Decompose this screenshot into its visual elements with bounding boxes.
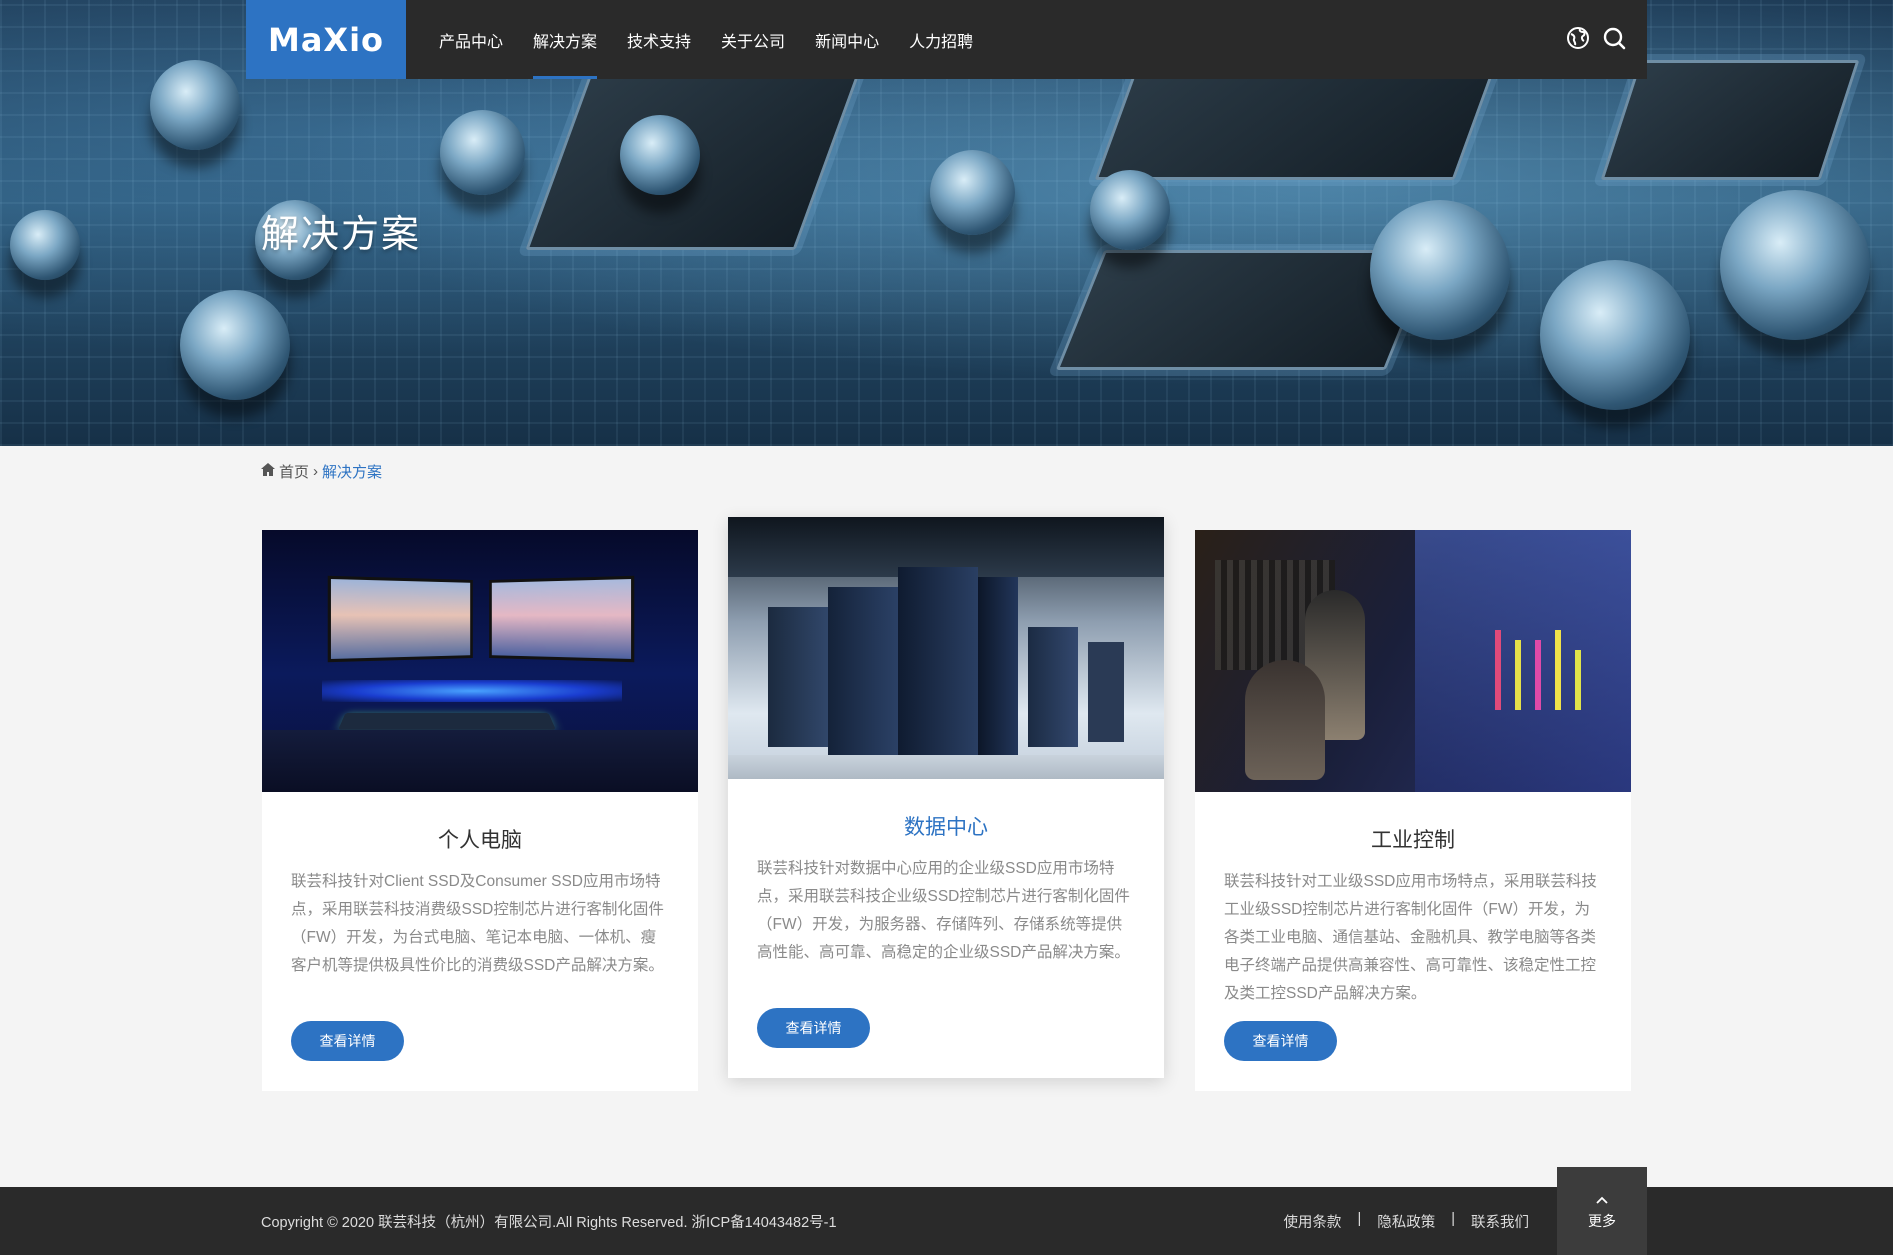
logo[interactable]: MaXio xyxy=(246,0,406,79)
logo-text: MaXio xyxy=(267,20,385,59)
footer-links: 使用条款 | 隐私政策 | 联系我们 xyxy=(1283,1211,1529,1232)
datacenter-image xyxy=(728,517,1164,779)
breadcrumb: 首页 › 解决方案 xyxy=(261,461,382,482)
nav-item-label: 解决方案 xyxy=(533,33,598,51)
capacitor-graphic xyxy=(620,115,700,195)
search-icon[interactable] xyxy=(1602,26,1626,50)
capacitor-graphic xyxy=(1540,260,1690,410)
solution-card-industrial: 工业控制 联芸科技针对工业级SSD应用市场特点，采用联芸科技工业级SSD控制芯片… xyxy=(1195,530,1631,1091)
chevron-up-icon xyxy=(1596,1191,1608,1207)
capacitor-graphic xyxy=(1090,170,1170,250)
nav-item-support[interactable]: 技术支持 xyxy=(612,0,706,79)
breadcrumb-current: 解决方案 xyxy=(322,464,383,481)
footer-link-privacy[interactable]: 隐私政策 xyxy=(1377,1211,1435,1232)
globe-icon[interactable] xyxy=(1566,26,1590,50)
footer-link-terms[interactable]: 使用条款 xyxy=(1283,1211,1341,1232)
nav-item-news[interactable]: 新闻中心 xyxy=(800,0,894,79)
nav-item-label: 关于公司 xyxy=(721,33,786,51)
breadcrumb-separator: › xyxy=(313,463,319,480)
card-title: 个人电脑 xyxy=(438,829,522,852)
card-description: 联芸科技针对工业级SSD应用市场特点，采用联芸科技工业级SSD控制芯片进行客制化… xyxy=(1224,873,1597,1002)
nav-item-label: 产品中心 xyxy=(439,33,504,51)
solution-card-pc: 个人电脑 联芸科技针对Client SSD及Consumer SSD应用市场特点… xyxy=(262,530,698,1091)
card-description: 联芸科技针对数据中心应用的企业级SSD应用市场特点，采用联芸科技企业级SSD控制… xyxy=(757,860,1130,961)
card-title: 数据中心 xyxy=(904,816,988,839)
capacitor-graphic xyxy=(1370,200,1510,340)
more-label: 更多 xyxy=(1588,1213,1616,1229)
capacitor-graphic xyxy=(930,150,1015,235)
top-navbar: MaXio 产品中心 解决方案 技术支持 关于公司 新闻中心 人力招聘 xyxy=(246,0,1647,79)
nav-item-careers[interactable]: 人力招聘 xyxy=(894,0,988,79)
industrial-control-image xyxy=(1195,530,1631,792)
nav-item-label: 人力招聘 xyxy=(909,33,974,51)
page-title: 解决方案 xyxy=(261,214,422,256)
capacitor-graphic xyxy=(440,110,525,195)
breadcrumb-home[interactable]: 首页 xyxy=(279,461,309,482)
card-description: 联芸科技针对Client SSD及Consumer SSD应用市场特点，采用联芸… xyxy=(291,873,664,974)
back-to-top-button[interactable]: 更多 xyxy=(1557,1167,1647,1255)
capacitor-graphic xyxy=(10,210,80,280)
solution-card-datacenter: 数据中心 联芸科技针对数据中心应用的企业级SSD应用市场特点，采用联芸科技企业级… xyxy=(728,517,1164,1078)
nav-item-label: 技术支持 xyxy=(627,33,692,51)
footer-separator: | xyxy=(1451,1211,1455,1227)
card-title: 工业控制 xyxy=(1371,829,1455,852)
view-details-button[interactable]: 查看详情 xyxy=(757,1008,870,1048)
capacitor-graphic xyxy=(150,60,240,150)
home-icon[interactable] xyxy=(261,463,275,480)
view-details-button[interactable]: 查看详情 xyxy=(291,1021,404,1061)
copyright-text: Copyright © 2020 联芸科技（杭州）有限公司.All Rights… xyxy=(261,1215,837,1231)
nav-item-products[interactable]: 产品中心 xyxy=(424,0,518,79)
view-details-button[interactable]: 查看详情 xyxy=(1224,1021,1337,1061)
main-nav: 产品中心 解决方案 技术支持 关于公司 新闻中心 人力招聘 xyxy=(424,0,988,79)
nav-item-about[interactable]: 关于公司 xyxy=(706,0,800,79)
pc-setup-image xyxy=(262,530,698,792)
footer-link-contact[interactable]: 联系我们 xyxy=(1471,1211,1529,1232)
nav-item-solutions[interactable]: 解决方案 xyxy=(518,0,612,79)
nav-item-label: 新闻中心 xyxy=(815,33,880,51)
capacitor-graphic xyxy=(1720,190,1870,340)
footer-separator: | xyxy=(1357,1211,1362,1227)
capacitor-graphic xyxy=(180,290,290,400)
